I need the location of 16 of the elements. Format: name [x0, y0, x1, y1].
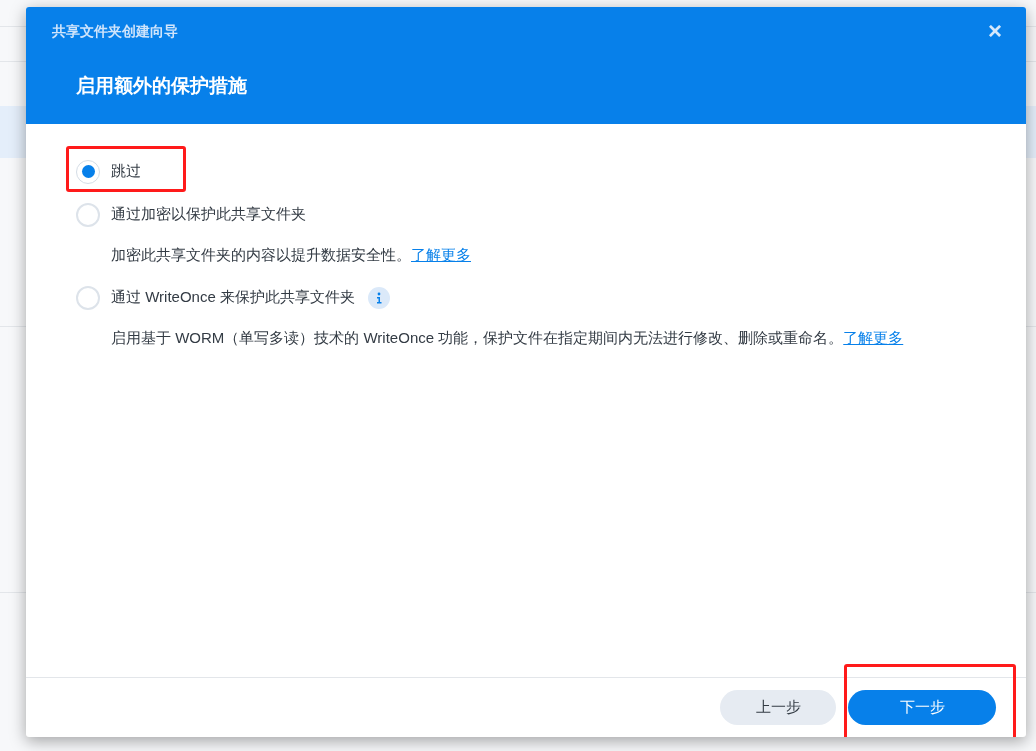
close-button[interactable]: ×	[988, 17, 1002, 45]
option-label: 通过 WriteOnce 来保护此共享文件夹	[111, 287, 355, 308]
option-label: 通过加密以保护此共享文件夹	[111, 204, 306, 225]
radio-button[interactable]	[76, 159, 100, 184]
option-description: 启用基于 WORM（单写多读）技术的 WriteOnce 功能，保护文件在指定期间内无法进行修改、删除或重命名。了解更多	[111, 328, 905, 348]
dialog-title: 共享文件夹创建向导	[52, 22, 178, 41]
back-button[interactable]: 上一步	[720, 690, 836, 725]
dialog-heading: 启用额外的保护措施	[76, 74, 247, 98]
radio-button[interactable]	[76, 285, 100, 310]
option-label: 跳过	[111, 161, 141, 182]
radio-button[interactable]	[76, 202, 100, 227]
learn-more-link[interactable]: 了解更多	[411, 246, 471, 263]
info-icon[interactable]	[367, 286, 390, 309]
option-description: 加密此共享文件夹的内容以提升数据安全性。了解更多	[111, 245, 472, 265]
learn-more-link[interactable]: 了解更多	[843, 329, 904, 346]
next-button[interactable]: 下一步	[848, 690, 996, 725]
